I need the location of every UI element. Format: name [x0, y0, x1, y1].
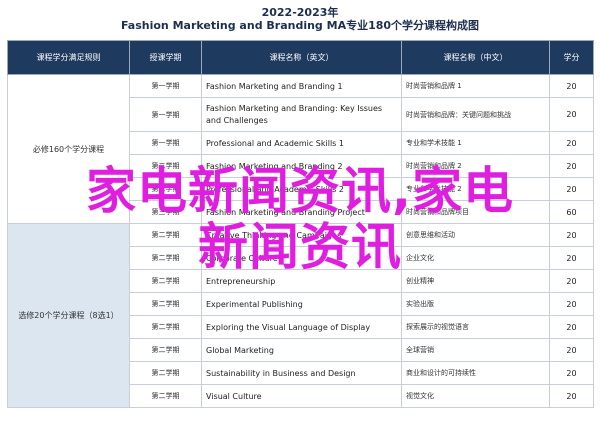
semester-cell: 第二学期 [129, 361, 202, 385]
semester-cell: 第一学期 [129, 97, 202, 132]
credits-cell: 20 [549, 384, 594, 408]
course-en-cell: Professional and Academic Skills 1 [201, 131, 402, 155]
page-title: Fashion Marketing and Branding MA专业180个学… [120, 19, 480, 32]
header-credits: 学分 [549, 40, 594, 75]
credits-cell: 20 [549, 315, 594, 339]
watermark-overlay-line2: 新闻资讯 [198, 218, 402, 276]
credits-cell: 20 [549, 131, 594, 155]
course-zh-cell: 创业精神 [401, 269, 550, 293]
course-en-cell: Exploring the Visual Language of Display [201, 315, 402, 339]
header-semester: 授课学期 [129, 40, 202, 75]
course-en-cell: Experimental Publishing [201, 292, 402, 316]
semester-cell: 第一学期 [129, 74, 202, 98]
semester-cell: 第一学期 [129, 131, 202, 155]
header-course-en: 课程名称（英文） [201, 40, 402, 75]
credits-cell: 20 [549, 292, 594, 316]
course-en-cell: Visual Culture [201, 384, 402, 408]
course-zh-cell: 全球营销 [401, 338, 550, 362]
course-en-cell: Global Marketing [201, 338, 402, 362]
header-course-zh: 课程名称（中文） [401, 40, 550, 75]
watermark-overlay-line1: 家电新闻资讯,家电 [86, 162, 514, 220]
course-zh-cell: 视觉文化 [401, 384, 550, 408]
course-zh-cell: 实验出版 [401, 292, 550, 316]
course-zh-cell: 时尚营销和品牌 1 [401, 74, 550, 98]
credits-cell: 20 [549, 338, 594, 362]
credits-cell: 20 [549, 269, 594, 293]
course-zh-cell: 时尚营销和品牌：关键问题和挑战 [401, 97, 550, 132]
semester-cell: 第二学期 [129, 315, 202, 339]
credits-cell: 20 [549, 97, 594, 132]
course-zh-cell: 探索展示的视觉语言 [401, 315, 550, 339]
course-en-cell: Fashion Marketing and Branding 1 [201, 74, 402, 98]
course-en-cell: Fashion Marketing and Branding: Key Issu… [201, 97, 402, 132]
credits-cell: 20 [549, 361, 594, 385]
course-zh-cell: 商业和设计的可持续性 [401, 361, 550, 385]
course-zh-cell: 专业和学术技能 1 [401, 131, 550, 155]
table-row: 必修160个学分课程 第一学期 Fashion Marketing and Br… [7, 74, 594, 224]
credits-cell: 20 [549, 74, 594, 98]
semester-cell: 第二学期 [129, 269, 202, 293]
semester-cell: 第二学期 [129, 384, 202, 408]
header-credit-rule: 课程学分满足规则 [7, 40, 130, 75]
semester-cell: 第二学期 [129, 292, 202, 316]
semester-cell: 第二学期 [129, 338, 202, 362]
table-header-row: 课程学分满足规则 授课学期 课程名称（英文） 课程名称（中文） 学分 [7, 40, 594, 75]
course-en-text: Fashion Marketing and Branding: Key Issu… [206, 103, 383, 125]
course-en-cell: Sustainability in Business and Design [201, 361, 402, 385]
